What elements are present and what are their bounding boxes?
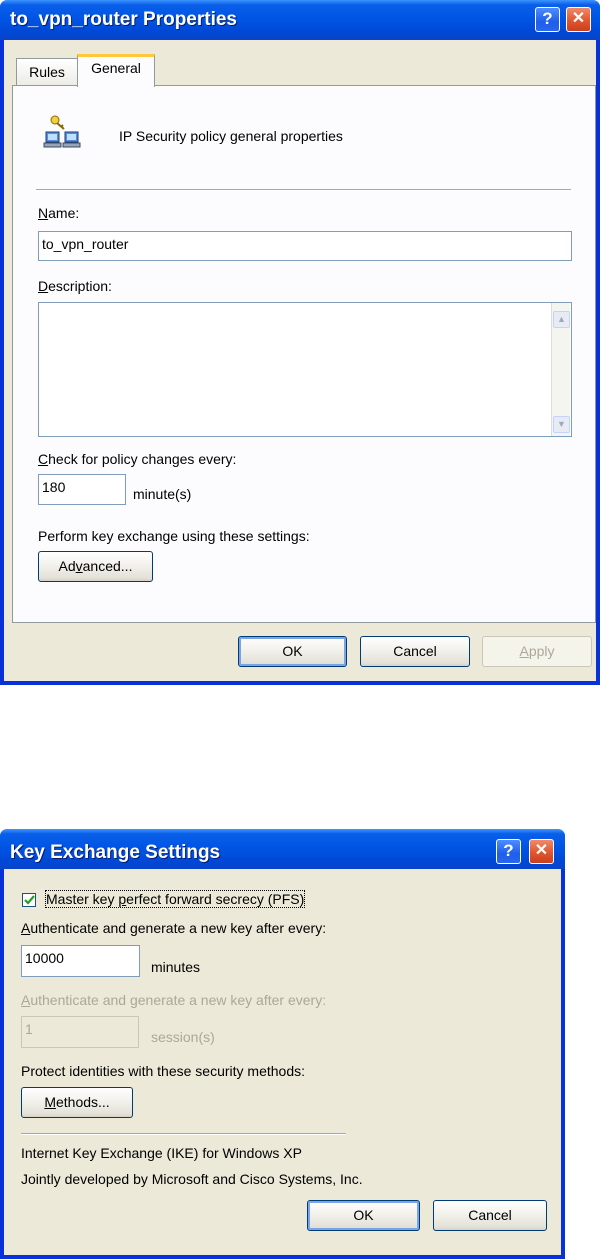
- ok-button[interactable]: OK: [307, 1200, 420, 1231]
- ike-info-line-1: Internet Key Exchange (IKE) for Windows …: [21, 1145, 302, 1161]
- minutes-unit-label: minutes: [151, 959, 201, 975]
- help-button[interactable]: ?: [535, 7, 560, 32]
- protect-identities-label: Protect identities with these security m…: [21, 1063, 306, 1079]
- sessions-unit-label: session(s): [151, 1029, 215, 1045]
- dialog-title: Key Exchange Settings: [10, 842, 221, 863]
- auth-sessions-label: Authenticate and generate a new key afte…: [21, 992, 327, 1008]
- description-label: Description:: [38, 278, 112, 294]
- pfs-checkbox[interactable]: [22, 893, 36, 907]
- minutes-field[interactable]: 10000: [21, 945, 140, 977]
- ipsec-policy-icon: [43, 114, 83, 154]
- scroll-up-icon[interactable]: ▲: [553, 311, 570, 328]
- close-button[interactable]: ✕: [529, 839, 554, 864]
- interval-unit-label: minute(s): [133, 486, 192, 502]
- pfs-label[interactable]: Master key perfect forward secrecy (PFS): [44, 890, 306, 908]
- dialog-title: to_vpn_router Properties: [10, 9, 237, 30]
- policy-properties-dialog: to_vpn_router Properties ? ✕ Rules Gener…: [0, 0, 600, 685]
- cancel-button[interactable]: Cancel: [360, 636, 470, 667]
- cancel-button[interactable]: Cancel: [433, 1200, 547, 1231]
- name-label: Name:: [38, 205, 80, 221]
- tab-general[interactable]: General: [77, 54, 155, 87]
- header-divider: [36, 189, 571, 191]
- auth-minutes-label: Authenticate and generate a new key afte…: [21, 920, 327, 936]
- title-bar[interactable]: Key Exchange Settings ? ✕: [0, 829, 565, 869]
- help-button[interactable]: ?: [496, 839, 521, 864]
- dialog-body: Rules General IP Security policy general…: [4, 40, 596, 681]
- key-exchange-label: Perform key exchange using these setting…: [38, 528, 310, 544]
- key-exchange-settings-dialog: Key Exchange Settings ? ✕ Master key per…: [0, 829, 565, 1259]
- tab-page-general: IP Security policy general properties Na…: [12, 85, 596, 623]
- tab-rules[interactable]: Rules: [16, 58, 78, 86]
- check-interval-label: Check for policy changes every:: [38, 451, 237, 467]
- name-field[interactable]: to_vpn_router: [38, 231, 572, 261]
- description-scrollbar[interactable]: ▲ ▼: [551, 303, 570, 436]
- apply-button[interactable]: Apply: [482, 636, 592, 667]
- checkmark-icon: [24, 895, 35, 905]
- ike-info-line-2: Jointly developed by Microsoft and Cisco…: [21, 1171, 363, 1187]
- scroll-down-icon[interactable]: ▼: [553, 416, 570, 433]
- title-bar[interactable]: to_vpn_router Properties ? ✕: [0, 0, 600, 40]
- methods-button[interactable]: Methods...: [21, 1087, 133, 1118]
- info-divider: [21, 1133, 346, 1135]
- dialog-body: Master key perfect forward secrecy (PFS)…: [4, 869, 561, 1255]
- sessions-field[interactable]: 1: [21, 1016, 139, 1048]
- description-field[interactable]: [38, 302, 572, 437]
- ok-button[interactable]: OK: [238, 636, 347, 667]
- check-interval-field[interactable]: 180: [38, 474, 126, 505]
- advanced-button[interactable]: Advanced...: [38, 551, 153, 582]
- close-button[interactable]: ✕: [566, 7, 591, 32]
- header-text: IP Security policy general properties: [119, 128, 343, 144]
